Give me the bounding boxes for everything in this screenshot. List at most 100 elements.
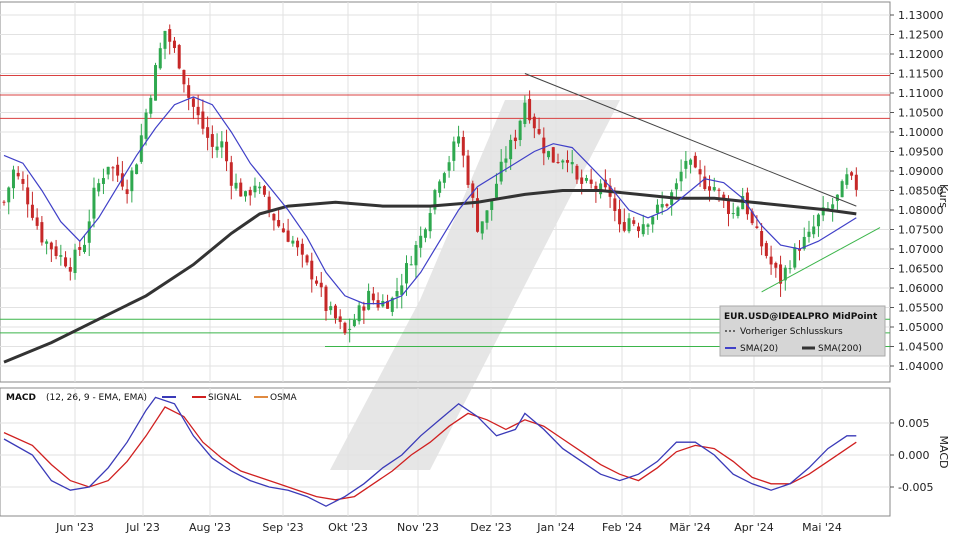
- candle-body: [679, 171, 683, 182]
- y-tick-label: 1.05500: [898, 302, 944, 315]
- candle-body: [281, 228, 285, 233]
- candle-body: [580, 177, 584, 184]
- candle-body: [144, 112, 148, 139]
- candle-body: [651, 216, 655, 225]
- candle-body: [575, 165, 579, 180]
- candle-body: [11, 169, 15, 189]
- candle-body: [158, 48, 162, 69]
- candle-body: [627, 218, 631, 232]
- candle-body: [73, 249, 77, 274]
- candle-body: [248, 189, 252, 196]
- candle-body: [693, 155, 697, 168]
- candle-body: [64, 257, 68, 267]
- candle-body: [674, 183, 678, 190]
- x-tick-label: Apr '24: [734, 521, 774, 534]
- osma-legend-label: OSMA: [270, 393, 298, 403]
- macd-y-tick-label: 0.005: [898, 417, 930, 430]
- candle-body: [452, 141, 456, 161]
- candle-body: [149, 97, 153, 114]
- y-tick-label: 1.11000: [898, 87, 944, 100]
- candle-body: [367, 290, 371, 310]
- macd-y-tick-label: -0.005: [898, 481, 933, 494]
- candle-body: [632, 220, 636, 224]
- candle-body: [831, 204, 835, 209]
- candle-body: [708, 186, 712, 191]
- candle-body: [196, 106, 200, 116]
- candle-body: [442, 173, 446, 183]
- candle-body: [793, 247, 797, 268]
- macd-y-tick-label: 0.000: [898, 449, 930, 462]
- candle-body: [816, 214, 820, 227]
- candle-body: [457, 136, 461, 144]
- candle-body: [168, 29, 172, 42]
- candle-body: [40, 222, 44, 243]
- candle-body: [698, 169, 702, 175]
- candle-body: [201, 111, 205, 129]
- candle-body: [684, 160, 688, 169]
- y-tick-label: 1.09000: [898, 165, 944, 178]
- candle-body: [717, 189, 721, 191]
- x-tick-label: Okt '23: [328, 521, 368, 534]
- legend-sma200: SMA(200): [818, 344, 862, 354]
- candle-body: [315, 280, 319, 284]
- x-tick-label: Dez '23: [470, 521, 512, 534]
- candle-body: [87, 221, 91, 243]
- candle-body: [272, 213, 276, 221]
- candle-body: [187, 85, 191, 98]
- macd-y-axis-label: MACD: [937, 436, 950, 469]
- candle-body: [774, 262, 778, 268]
- candle-body: [712, 187, 716, 191]
- candle-body: [769, 256, 773, 265]
- candle-body: [7, 187, 11, 203]
- candle-body: [480, 221, 484, 234]
- x-tick-label: Jun '23: [55, 521, 94, 534]
- signal-legend-label: SIGNAL: [208, 393, 241, 403]
- candle-body: [371, 293, 375, 301]
- candle-body: [584, 177, 588, 181]
- candle-body: [494, 183, 498, 198]
- candle-body: [258, 186, 262, 189]
- candle-body: [135, 164, 139, 175]
- candle-body: [262, 186, 266, 195]
- candle-body: [641, 224, 645, 235]
- candle-body: [286, 230, 290, 242]
- y-tick-label: 1.05000: [898, 321, 944, 334]
- x-tick-label: Mai '24: [802, 521, 842, 534]
- candle-body: [599, 183, 603, 195]
- candle-body: [215, 146, 219, 151]
- candle-body: [310, 260, 314, 280]
- candle-body: [618, 209, 622, 225]
- candle-body: [547, 151, 551, 158]
- y-tick-label: 1.09500: [898, 146, 944, 159]
- legend-sma20: SMA(20): [740, 344, 778, 354]
- candle-body: [447, 162, 451, 171]
- candle-body: [54, 246, 58, 257]
- candle-body: [324, 286, 328, 311]
- candle-body: [225, 141, 229, 162]
- candle-body: [409, 264, 413, 266]
- candle-body: [82, 244, 86, 253]
- candle-body: [277, 220, 281, 227]
- candle-body: [755, 226, 759, 228]
- candle-body: [16, 172, 20, 177]
- candle-body: [556, 161, 560, 163]
- y-tick-label: 1.10500: [898, 107, 944, 120]
- candle-body: [291, 240, 295, 244]
- candle-body: [97, 183, 101, 192]
- candle-body: [414, 245, 418, 266]
- candle-body: [163, 30, 167, 49]
- candle-body: [485, 210, 489, 223]
- candle-body: [101, 178, 105, 184]
- candle-body: [589, 179, 593, 184]
- x-tick-label: Jul '23: [125, 521, 160, 534]
- candle-body: [130, 170, 134, 192]
- candle-body: [220, 141, 224, 148]
- candle-body: [319, 282, 323, 288]
- candle-body: [267, 196, 271, 211]
- candle-body: [565, 160, 569, 163]
- candle-body: [106, 166, 110, 175]
- candle-body: [191, 98, 195, 107]
- candle-body: [551, 147, 555, 163]
- y-tick-label: 1.12000: [898, 48, 944, 61]
- y-tick-label: 1.06000: [898, 282, 944, 295]
